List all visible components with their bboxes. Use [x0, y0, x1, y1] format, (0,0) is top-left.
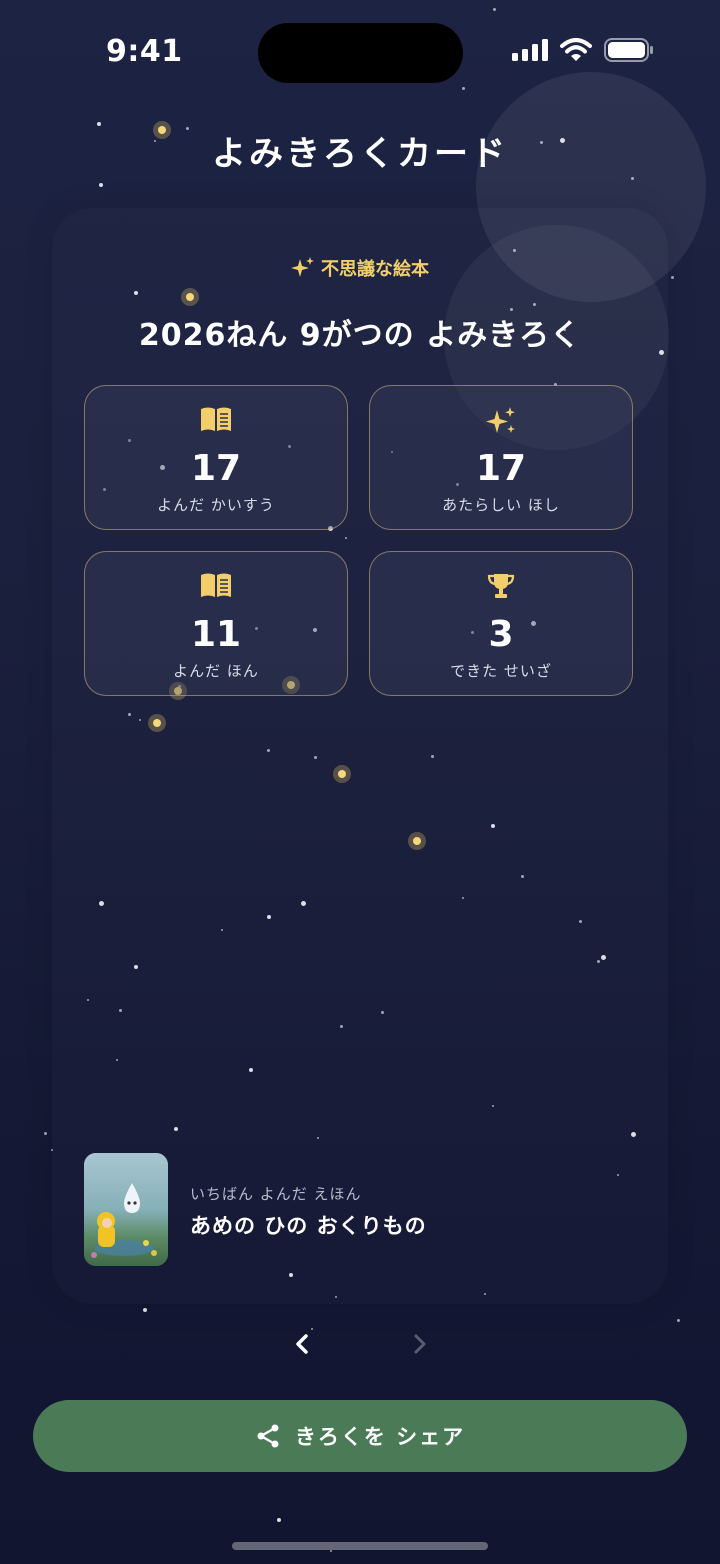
book-cover-thumbnail[interactable] [84, 1153, 168, 1266]
star-dot [330, 1550, 332, 1552]
page-title: よみきろくカード [212, 134, 508, 174]
star-dot [277, 1518, 281, 1522]
chevron-left-icon [296, 1334, 308, 1354]
stat-constellations: 3 できた せいざ [369, 551, 633, 696]
stat-label: よんだ かいすう [157, 496, 275, 514]
stat-books-read: 11 よんだ ほん [84, 551, 348, 696]
battery-icon [604, 38, 653, 62]
stat-label: できた せいざ [450, 662, 552, 680]
status-icons [512, 38, 654, 62]
stat-value: 11 [190, 614, 242, 655]
status-time: 9:41 [106, 34, 183, 69]
share-button-label: きろくを シェア [294, 1425, 466, 1449]
reading-record-card [52, 208, 668, 1304]
next-month-button[interactable] [406, 1326, 434, 1362]
stat-value: 17 [475, 448, 527, 489]
record-month-heading: 2026ねん 9がつの よみきろく [138, 318, 582, 353]
share-icon [257, 1424, 279, 1448]
chevron-right-icon [414, 1334, 426, 1354]
star-dot [676, 1318, 680, 1322]
stat-read-count: 17 よんだ かいすう [84, 385, 348, 530]
most-read-label: いちばん よんだ えほん [190, 1185, 362, 1203]
stat-value: 3 [488, 614, 514, 655]
sparkles-icon [291, 257, 314, 277]
stat-label: あたらしい ほし [442, 496, 560, 514]
share-record-button[interactable]: きろくを シェア [33, 1400, 687, 1472]
book-cover-illustration [84, 1153, 168, 1266]
dynamic-island [258, 23, 463, 83]
trophy-icon [487, 574, 515, 598]
stat-label: よんだ ほん [173, 662, 259, 680]
star-dot [99, 183, 103, 187]
wifi-icon [560, 38, 592, 61]
most-read-book-title[interactable]: あめの ひの おくりもの [190, 1210, 427, 1240]
star-dot [43, 1131, 47, 1135]
book-series-label: 不思議な絵本 [0, 255, 720, 281]
book-series-text: 不思議な絵本 [321, 259, 429, 280]
stat-new-stars: 17 あたらしい ほし [369, 385, 633, 530]
home-indicator[interactable] [232, 1542, 488, 1550]
previous-month-button[interactable] [288, 1326, 316, 1362]
open-book-icon [201, 573, 231, 597]
stat-value: 17 [190, 448, 242, 489]
star-dot [143, 1308, 147, 1312]
open-book-icon [201, 407, 231, 431]
sparkles-icon [486, 407, 515, 433]
cellular-signal-icon [512, 39, 548, 61]
